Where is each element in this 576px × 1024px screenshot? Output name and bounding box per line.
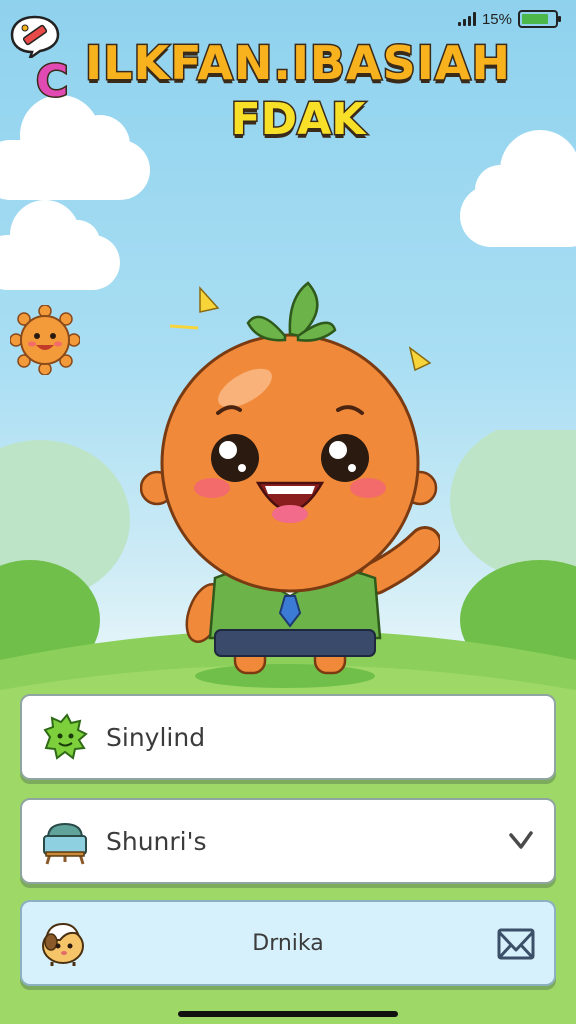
- easel-icon: [43, 822, 87, 865]
- chevron-down-icon[interactable]: [508, 828, 534, 854]
- mail-icon[interactable]: [496, 924, 536, 964]
- hamster-icon: [42, 922, 84, 966]
- home-indicator[interactable]: [178, 1011, 398, 1017]
- menu-card-shunris[interactable]: Shunri's: [20, 798, 556, 884]
- battery-level: [522, 14, 548, 24]
- title-line-1: ILKFAN.IBASIAH: [84, 35, 512, 92]
- battery-icon: [518, 10, 561, 28]
- green-blob-icon: [43, 713, 88, 760]
- app-title: ILKFAN.IBASIAH FDAK: [38, 35, 558, 147]
- signal-icon: [457, 12, 476, 26]
- menu-card-drnika[interactable]: Drnika: [20, 900, 556, 986]
- orange-mascot-character: [140, 281, 440, 688]
- status-bar: 15%: [457, 10, 561, 28]
- menu-card-sinylind[interactable]: Sinylind: [20, 694, 556, 780]
- menu-card-label: Drnika: [252, 930, 324, 956]
- menu-card-label: Shunri's: [106, 826, 207, 856]
- cloud: [0, 95, 150, 200]
- title-line-2: FDAK: [229, 93, 367, 147]
- cloud: [460, 130, 576, 247]
- menu-card-label: Sinylind: [106, 722, 206, 752]
- battery-percentage: 15%: [481, 10, 512, 28]
- cloud: [0, 200, 120, 290]
- sun-mascot-icon: [10, 305, 80, 375]
